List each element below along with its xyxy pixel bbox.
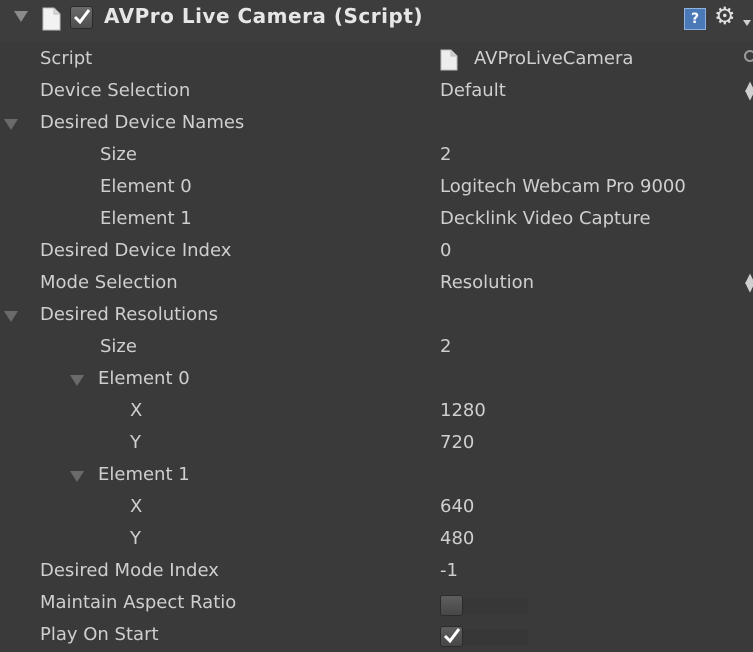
- resolution-0-x-row: X 1280: [0, 396, 753, 428]
- resolution-0-x-label: X: [130, 400, 143, 421]
- resolution-0-y-field[interactable]: 720: [440, 432, 474, 453]
- desired-mode-index-field[interactable]: -1: [440, 560, 458, 581]
- foldout-arrow-icon[interactable]: [4, 311, 18, 322]
- component-foldout-arrow-icon[interactable]: [14, 11, 28, 22]
- desired-resolutions-row: Desired Resolutions: [0, 300, 753, 332]
- checkbox-shadow: [463, 629, 528, 645]
- resolution-1-y-label: Y: [130, 528, 141, 549]
- resolution-0-x-field[interactable]: 1280: [440, 400, 486, 421]
- desired-device-index-field[interactable]: 0: [440, 240, 451, 261]
- foldout-arrow-icon[interactable]: [70, 375, 84, 386]
- object-picker-icon[interactable]: [744, 50, 753, 62]
- script-field-value[interactable]: AVProLiveCamera: [474, 48, 633, 69]
- component-enabled-checkbox[interactable]: [70, 6, 93, 29]
- device-selection-label: Device Selection: [40, 80, 191, 101]
- settings-dropdown-icon[interactable]: [743, 20, 751, 26]
- checkmark-icon: [73, 9, 91, 25]
- script-row: Script AVProLiveCamera: [0, 44, 753, 76]
- maintain-aspect-ratio-label: Maintain Aspect Ratio: [40, 592, 237, 613]
- mode-selection-label: Mode Selection: [40, 272, 178, 293]
- foldout-arrow-icon[interactable]: [4, 119, 18, 130]
- dropdown-arrows-icon[interactable]: ▲ ▼: [745, 80, 753, 102]
- dropdown-arrows-icon[interactable]: ▲ ▼: [745, 272, 753, 294]
- resolution-1-x-field[interactable]: 640: [440, 496, 474, 517]
- desired-mode-index-label: Desired Mode Index: [40, 560, 219, 581]
- device-name-element-1-row: Element 1 Decklink Video Capture: [0, 204, 753, 236]
- resolution-1-y-field[interactable]: 480: [440, 528, 474, 549]
- maintain-aspect-ratio-checkbox[interactable]: [440, 595, 463, 616]
- device-names-size-row: Size 2: [0, 140, 753, 172]
- resolutions-size-label: Size: [100, 336, 137, 357]
- component-title: AVPro Live Camera (Script): [104, 4, 424, 28]
- mode-selection-dropdown[interactable]: Resolution: [440, 272, 534, 293]
- play-on-start-checkbox[interactable]: [440, 626, 463, 647]
- desired-mode-index-row: Desired Mode Index -1: [0, 556, 753, 588]
- desired-device-names-label[interactable]: Desired Device Names: [40, 112, 244, 133]
- device-names-size-label: Size: [100, 144, 137, 165]
- resolution-element-1-label[interactable]: Element 1: [98, 464, 190, 485]
- device-name-element-1-field[interactable]: Decklink Video Capture: [440, 208, 651, 229]
- desired-device-index-label: Desired Device Index: [40, 240, 232, 261]
- device-selection-dropdown[interactable]: Default: [440, 80, 506, 101]
- resolution-1-x-label: X: [130, 496, 143, 517]
- script-file-icon: [440, 49, 458, 71]
- resolution-element-1-row: Element 1: [0, 460, 753, 492]
- play-on-start-row: Play On Start: [0, 620, 753, 652]
- resolution-1-y-row: Y 480: [0, 524, 753, 556]
- desired-resolutions-label[interactable]: Desired Resolutions: [40, 304, 218, 325]
- resolutions-size-row: Size 2: [0, 332, 753, 364]
- mode-selection-row: Mode Selection Resolution ▲ ▼: [0, 268, 753, 300]
- resolutions-size-field[interactable]: 2: [440, 336, 451, 357]
- checkmark-icon: [443, 628, 461, 644]
- maintain-aspect-ratio-row: Maintain Aspect Ratio: [0, 588, 753, 620]
- checkbox-shadow: [463, 598, 528, 614]
- resolution-0-y-row: Y 720: [0, 428, 753, 460]
- device-selection-row: Device Selection Default ▲ ▼: [0, 76, 753, 108]
- help-icon[interactable]: ?: [684, 8, 706, 30]
- gear-icon[interactable]: ⚙: [714, 2, 736, 30]
- device-name-element-0-field[interactable]: Logitech Webcam Pro 9000: [440, 176, 686, 197]
- resolution-element-0-row: Element 0: [0, 364, 753, 396]
- desired-device-names-row: Desired Device Names: [0, 108, 753, 140]
- component-header: AVPro Live Camera (Script) ? ⚙: [0, 0, 753, 42]
- foldout-arrow-icon[interactable]: [70, 471, 84, 482]
- device-name-element-1-label: Element 1: [100, 208, 192, 229]
- resolution-1-x-row: X 640: [0, 492, 753, 524]
- play-on-start-label: Play On Start: [40, 624, 159, 645]
- resolution-element-0-label[interactable]: Element 0: [98, 368, 190, 389]
- device-names-size-field[interactable]: 2: [440, 144, 451, 165]
- script-file-icon: [42, 7, 61, 31]
- desired-device-index-row: Desired Device Index 0: [0, 236, 753, 268]
- script-label: Script: [40, 48, 93, 69]
- resolution-0-y-label: Y: [130, 432, 141, 453]
- device-name-element-0-row: Element 0 Logitech Webcam Pro 9000: [0, 172, 753, 204]
- device-name-element-0-label: Element 0: [100, 176, 192, 197]
